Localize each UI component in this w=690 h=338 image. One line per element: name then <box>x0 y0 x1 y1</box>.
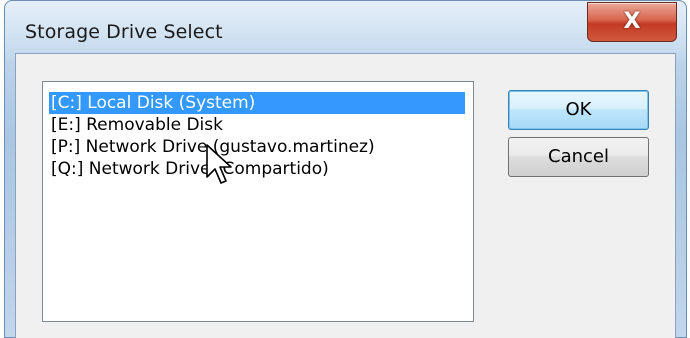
dialog-client-area: [C:] Local Disk (System) [E:] Removable … <box>15 53 676 338</box>
drive-listbox[interactable]: [C:] Local Disk (System) [E:] Removable … <box>42 81 474 322</box>
dialog-window: Storage Drive Select X [C:] Local Disk (… <box>4 0 687 338</box>
drive-item-e[interactable]: [E:] Removable Disk <box>49 114 223 136</box>
drive-item-c[interactable]: [C:] Local Disk (System) <box>49 92 465 114</box>
drive-item-q[interactable]: [Q:] Network Drive (Compartido) <box>49 158 329 180</box>
mouse-pointer-icon <box>206 144 232 184</box>
ok-button[interactable]: OK <box>508 90 649 130</box>
close-button[interactable]: X <box>587 2 677 42</box>
screen: Storage Drive Select X [C:] Local Disk (… <box>0 0 690 338</box>
window-title: Storage Drive Select <box>25 21 223 43</box>
close-icon: X <box>623 9 641 34</box>
cancel-button[interactable]: Cancel <box>508 137 649 177</box>
